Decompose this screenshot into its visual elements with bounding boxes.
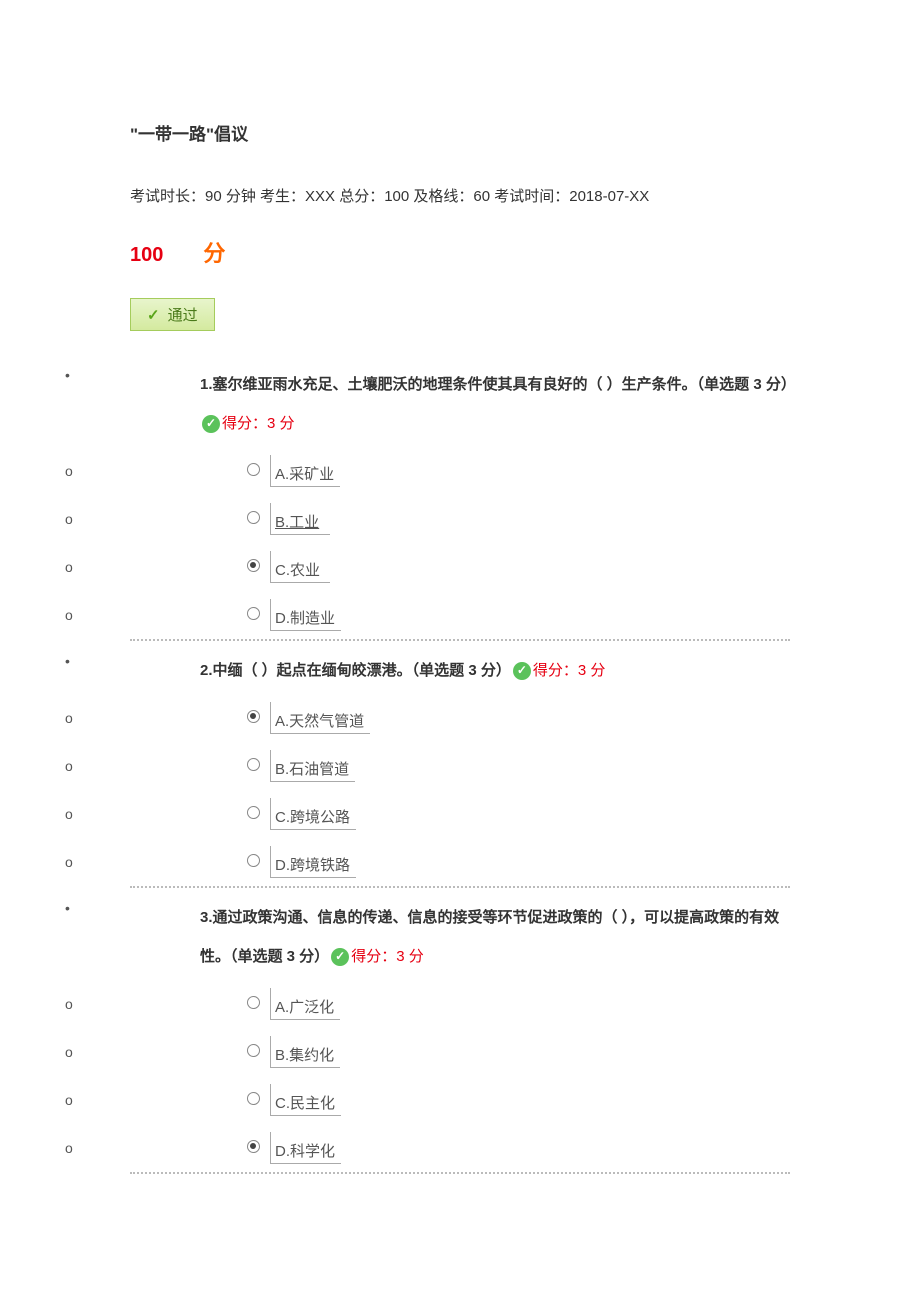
radio-container xyxy=(130,1140,270,1157)
radio-container xyxy=(130,854,270,871)
option-item[interactable]: C.民主化 xyxy=(130,1076,790,1124)
correct-check-icon: ✓ xyxy=(513,662,531,680)
options-list: A.广泛化 B.集约化 C.民主化 D.科学化 xyxy=(130,980,790,1172)
options-list: A.采矿业 B.工业 C.农业 D.制造业 xyxy=(130,447,790,639)
option-box: B.石油管道 xyxy=(270,750,355,782)
radio-container xyxy=(130,607,270,624)
score-row: 100 分 xyxy=(130,236,790,268)
exam-title: "一带一路"倡议 xyxy=(130,120,790,145)
option-box: D.科学化 xyxy=(270,1132,341,1164)
exam-info: 考试时长：90 分钟 考生：XXX 总分：100 及格线：60 考试时间：201… xyxy=(130,185,790,206)
radio-container xyxy=(130,996,270,1013)
score-number: 100 xyxy=(130,244,163,267)
radio-icon[interactable] xyxy=(247,758,260,771)
question-body: 1.塞尔维亚雨水充足、土壤肥沃的地理条件使其具有良好的（ ）生产条件。（单选题 … xyxy=(200,376,796,393)
question-text: 3.通过政策沟通、信息的传递、信息的接受等环节促进政策的（ ），可以提高政策的有… xyxy=(130,898,790,976)
option-box: D.跨境铁路 xyxy=(270,846,356,878)
radio-container xyxy=(130,758,270,775)
question-text: 2.中缅（ ）起点在缅甸皎漂港。（单选题 3 分）✓得分：3 分 xyxy=(130,651,790,690)
option-box: C.民主化 xyxy=(270,1084,341,1116)
radio-icon[interactable] xyxy=(247,559,260,572)
radio-icon[interactable] xyxy=(247,1140,260,1153)
correct-check-icon: ✓ xyxy=(331,948,349,966)
option-label: D.制造业 xyxy=(275,610,335,627)
option-label: D.跨境铁路 xyxy=(275,857,350,874)
radio-icon[interactable] xyxy=(247,463,260,476)
radio-container xyxy=(130,806,270,823)
question-text: 1.塞尔维亚雨水充足、土壤肥沃的地理条件使其具有良好的（ ）生产条件。（单选题 … xyxy=(130,365,790,443)
question-score: 得分：3 分 xyxy=(222,415,295,432)
question-score: 得分：3 分 xyxy=(533,662,606,679)
option-box: A.广泛化 xyxy=(270,988,340,1020)
question-score: 得分：3 分 xyxy=(351,948,424,965)
radio-icon[interactable] xyxy=(247,1092,260,1105)
option-item[interactable]: B.集约化 xyxy=(130,1028,790,1076)
option-box: B.集约化 xyxy=(270,1036,340,1068)
radio-container xyxy=(130,1092,270,1109)
radio-icon[interactable] xyxy=(247,854,260,867)
radio-container xyxy=(130,1044,270,1061)
option-label: C.跨境公路 xyxy=(275,809,350,826)
option-item[interactable]: D.制造业 xyxy=(130,591,790,639)
pass-badge: ✓ 通过 xyxy=(130,298,215,331)
option-item[interactable]: D.跨境铁路 xyxy=(130,838,790,886)
radio-icon[interactable] xyxy=(247,710,260,723)
option-box: C.农业 xyxy=(270,551,330,583)
radio-container xyxy=(130,710,270,727)
radio-container xyxy=(130,559,270,576)
pass-label: 通过 xyxy=(168,304,198,325)
option-box: D.制造业 xyxy=(270,599,341,631)
radio-icon[interactable] xyxy=(247,806,260,819)
option-item[interactable]: C.跨境公路 xyxy=(130,790,790,838)
question-item: 2.中缅（ ）起点在缅甸皎漂港。（单选题 3 分）✓得分：3 分 A.天然气管道 B… xyxy=(130,641,790,888)
correct-check-icon: ✓ xyxy=(202,415,220,433)
option-item[interactable]: A.广泛化 xyxy=(130,980,790,1028)
option-item[interactable]: C.农业 xyxy=(130,543,790,591)
option-label: A.天然气管道 xyxy=(275,713,364,730)
check-icon: ✓ xyxy=(147,306,160,324)
radio-icon[interactable] xyxy=(247,511,260,524)
option-label: B.石油管道 xyxy=(275,761,349,778)
option-label: B.集约化 xyxy=(275,1047,334,1064)
option-item[interactable]: B.工业 xyxy=(130,495,790,543)
option-item[interactable]: A.采矿业 xyxy=(130,447,790,495)
radio-icon[interactable] xyxy=(247,607,260,620)
option-item[interactable]: B.石油管道 xyxy=(130,742,790,790)
option-label: D.科学化 xyxy=(275,1143,335,1160)
score-unit: 分 xyxy=(203,236,225,268)
questions-list: 1.塞尔维亚雨水充足、土壤肥沃的地理条件使其具有良好的（ ）生产条件。（单选题 … xyxy=(130,355,790,1174)
radio-container xyxy=(130,463,270,480)
question-item: 1.塞尔维亚雨水充足、土壤肥沃的地理条件使其具有良好的（ ）生产条件。（单选题 … xyxy=(130,355,790,641)
radio-icon[interactable] xyxy=(247,1044,260,1057)
option-label: B.工业 xyxy=(275,514,319,531)
radio-icon[interactable] xyxy=(247,996,260,1009)
question-body: 3.通过政策沟通、信息的传递、信息的接受等环节促进政策的（ ），可以提高政策的有… xyxy=(200,909,779,965)
option-box: B.工业 xyxy=(270,503,330,535)
question-item: 3.通过政策沟通、信息的传递、信息的接受等环节促进政策的（ ），可以提高政策的有… xyxy=(130,888,790,1174)
option-item[interactable]: D.科学化 xyxy=(130,1124,790,1172)
option-label: A.采矿业 xyxy=(275,466,334,483)
option-item[interactable]: A.天然气管道 xyxy=(130,694,790,742)
option-label: A.广泛化 xyxy=(275,999,334,1016)
option-label: C.民主化 xyxy=(275,1095,335,1112)
option-box: C.跨境公路 xyxy=(270,798,356,830)
options-list: A.天然气管道 B.石油管道 C.跨境公路 D.跨境铁路 xyxy=(130,694,790,886)
option-label: C.农业 xyxy=(275,562,320,579)
option-box: A.天然气管道 xyxy=(270,702,370,734)
question-body: 2.中缅（ ）起点在缅甸皎漂港。（单选题 3 分） xyxy=(200,662,511,679)
option-box: A.采矿业 xyxy=(270,455,340,487)
radio-container xyxy=(130,511,270,528)
